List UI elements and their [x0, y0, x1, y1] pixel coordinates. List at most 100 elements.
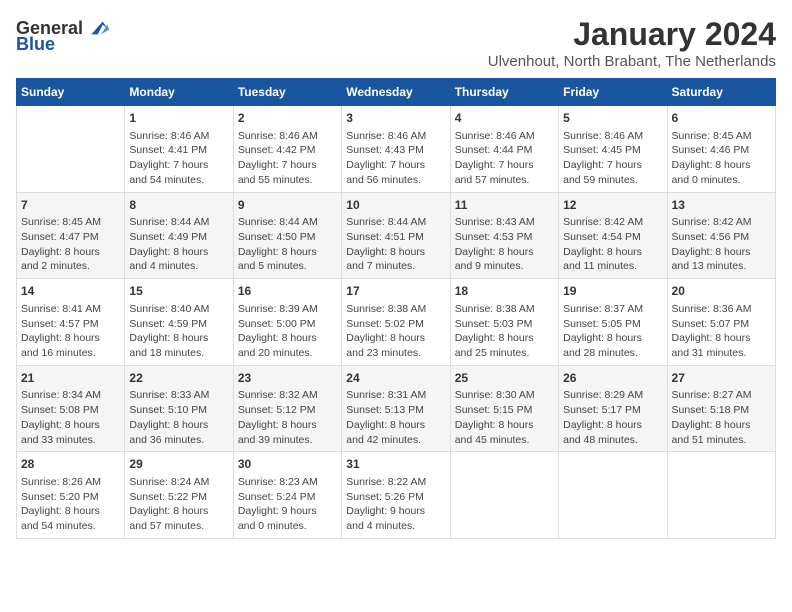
day-info: Sunrise: 8:46 AM: [238, 129, 337, 144]
day-info: Sunset: 4:59 PM: [129, 317, 228, 332]
day-info: Daylight: 8 hours: [129, 245, 228, 260]
day-info: Sunset: 4:56 PM: [672, 230, 771, 245]
week-row-1: 1 Sunrise: 8:46 AM Sunset: 4:41 PM Daylight…: [17, 106, 776, 193]
calendar-cell: 25Sunrise: 8:30 AMSunset: 5:15 PMDayligh…: [450, 365, 558, 452]
calendar-cell: 9Sunrise: 8:44 AMSunset: 4:50 PMDaylight…: [233, 192, 341, 279]
day-info: Sunset: 5:17 PM: [563, 403, 662, 418]
calendar-cell: 28Sunrise: 8:26 AMSunset: 5:20 PMDayligh…: [17, 452, 125, 539]
day-number: 21: [21, 370, 120, 387]
day-info: Sunrise: 8:22 AM: [346, 475, 445, 490]
day-info: Sunrise: 8:23 AM: [238, 475, 337, 490]
day-number: 30: [238, 456, 337, 473]
day-info: Sunset: 5:03 PM: [455, 317, 554, 332]
day-info: Daylight: 8 hours: [129, 504, 228, 519]
day-info: Sunset: 5:07 PM: [672, 317, 771, 332]
day-info: and 51 minutes.: [672, 433, 771, 448]
day-info: Sunrise: 8:39 AM: [238, 302, 337, 317]
calendar-cell: [17, 106, 125, 193]
logo-icon: [85, 16, 109, 40]
logo-blue: Blue: [16, 34, 55, 55]
day-info: Sunset: 5:13 PM: [346, 403, 445, 418]
main-title: January 2024: [488, 16, 776, 53]
day-info: Sunset: 4:50 PM: [238, 230, 337, 245]
day-info: and 16 minutes.: [21, 346, 120, 361]
day-info: Daylight: 8 hours: [563, 331, 662, 346]
week-row-2: 7Sunrise: 8:45 AMSunset: 4:47 PMDaylight…: [17, 192, 776, 279]
day-info: and 36 minutes.: [129, 433, 228, 448]
day-info: Sunset: 4:43 PM: [346, 143, 445, 158]
day-info: and 42 minutes.: [346, 433, 445, 448]
day-info: Sunrise: 8:45 AM: [672, 129, 771, 144]
header-day-monday: Monday: [125, 79, 233, 106]
day-info: and 55 minutes.: [238, 173, 337, 188]
day-info: Sunset: 4:53 PM: [455, 230, 554, 245]
day-number: 22: [129, 370, 228, 387]
day-info: and 18 minutes.: [129, 346, 228, 361]
day-info: and 11 minutes.: [563, 259, 662, 274]
calendar-cell: 8Sunrise: 8:44 AMSunset: 4:49 PMDaylight…: [125, 192, 233, 279]
day-number: 1: [129, 110, 228, 127]
day-info: Daylight: 8 hours: [129, 331, 228, 346]
calendar-cell: 5Sunrise: 8:46 AMSunset: 4:45 PMDaylight…: [559, 106, 667, 193]
calendar-cell: 29Sunrise: 8:24 AMSunset: 5:22 PMDayligh…: [125, 452, 233, 539]
day-info: and 0 minutes.: [238, 519, 337, 534]
day-info: and 0 minutes.: [672, 173, 771, 188]
calendar-cell: 10Sunrise: 8:44 AMSunset: 4:51 PMDayligh…: [342, 192, 450, 279]
calendar-cell: 4Sunrise: 8:46 AMSunset: 4:44 PMDaylight…: [450, 106, 558, 193]
day-info: Sunset: 4:49 PM: [129, 230, 228, 245]
day-info: and 7 minutes.: [346, 259, 445, 274]
day-info: Daylight: 8 hours: [455, 331, 554, 346]
day-info: and 54 minutes.: [129, 173, 228, 188]
day-info: Sunrise: 8:38 AM: [455, 302, 554, 317]
day-number: 14: [21, 283, 120, 300]
day-info: Sunset: 4:46 PM: [672, 143, 771, 158]
day-info: Sunrise: 8:36 AM: [672, 302, 771, 317]
week-row-3: 14Sunrise: 8:41 AMSunset: 4:57 PMDayligh…: [17, 279, 776, 366]
calendar-cell: 14Sunrise: 8:41 AMSunset: 4:57 PMDayligh…: [17, 279, 125, 366]
day-info: Sunset: 4:47 PM: [21, 230, 120, 245]
day-number: 23: [238, 370, 337, 387]
day-info: and 39 minutes.: [238, 433, 337, 448]
day-number: 13: [672, 197, 771, 214]
day-number: 29: [129, 456, 228, 473]
calendar-cell: 2Sunrise: 8:46 AMSunset: 4:42 PMDaylight…: [233, 106, 341, 193]
day-info: Sunrise: 8:46 AM: [346, 129, 445, 144]
day-info: Sunrise: 8:41 AM: [21, 302, 120, 317]
day-info: Sunrise: 8:31 AM: [346, 388, 445, 403]
day-info: Daylight: 7 hours: [455, 158, 554, 173]
day-info: Daylight: 9 hours: [346, 504, 445, 519]
calendar-table: SundayMondayTuesdayWednesdayThursdayFrid…: [16, 78, 776, 539]
day-number: 4: [455, 110, 554, 127]
day-info: Sunset: 4:44 PM: [455, 143, 554, 158]
day-info: Sunrise: 8:37 AM: [563, 302, 662, 317]
header: General Blue January 2024 Ulvenhout, Nor…: [16, 16, 776, 70]
calendar-cell: 11Sunrise: 8:43 AMSunset: 4:53 PMDayligh…: [450, 192, 558, 279]
calendar-cell: 7Sunrise: 8:45 AMSunset: 4:47 PMDaylight…: [17, 192, 125, 279]
day-info: Sunrise: 8:26 AM: [21, 475, 120, 490]
day-info: and 20 minutes.: [238, 346, 337, 361]
calendar-cell: 24Sunrise: 8:31 AMSunset: 5:13 PMDayligh…: [342, 365, 450, 452]
day-info: Sunrise: 8:45 AM: [21, 215, 120, 230]
day-info: Sunset: 4:41 PM: [129, 143, 228, 158]
header-day-wednesday: Wednesday: [342, 79, 450, 106]
day-number: 7: [21, 197, 120, 214]
day-info: and 25 minutes.: [455, 346, 554, 361]
day-info: and 54 minutes.: [21, 519, 120, 534]
day-info: and 9 minutes.: [455, 259, 554, 274]
day-info: Daylight: 8 hours: [129, 418, 228, 433]
calendar-cell: 31Sunrise: 8:22 AMSunset: 5:26 PMDayligh…: [342, 452, 450, 539]
day-info: and 57 minutes.: [129, 519, 228, 534]
day-info: Daylight: 8 hours: [346, 245, 445, 260]
day-info: Sunset: 4:45 PM: [563, 143, 662, 158]
calendar-cell: 20Sunrise: 8:36 AMSunset: 5:07 PMDayligh…: [667, 279, 775, 366]
day-info: and 4 minutes.: [129, 259, 228, 274]
calendar-cell: 6Sunrise: 8:45 AMSunset: 4:46 PMDaylight…: [667, 106, 775, 193]
day-info: Daylight: 8 hours: [21, 245, 120, 260]
day-number: 28: [21, 456, 120, 473]
day-number: 10: [346, 197, 445, 214]
day-info: Sunset: 5:20 PM: [21, 490, 120, 505]
day-number: 8: [129, 197, 228, 214]
day-info: Daylight: 8 hours: [238, 245, 337, 260]
day-info: Sunset: 4:51 PM: [346, 230, 445, 245]
day-info: Sunset: 5:12 PM: [238, 403, 337, 418]
